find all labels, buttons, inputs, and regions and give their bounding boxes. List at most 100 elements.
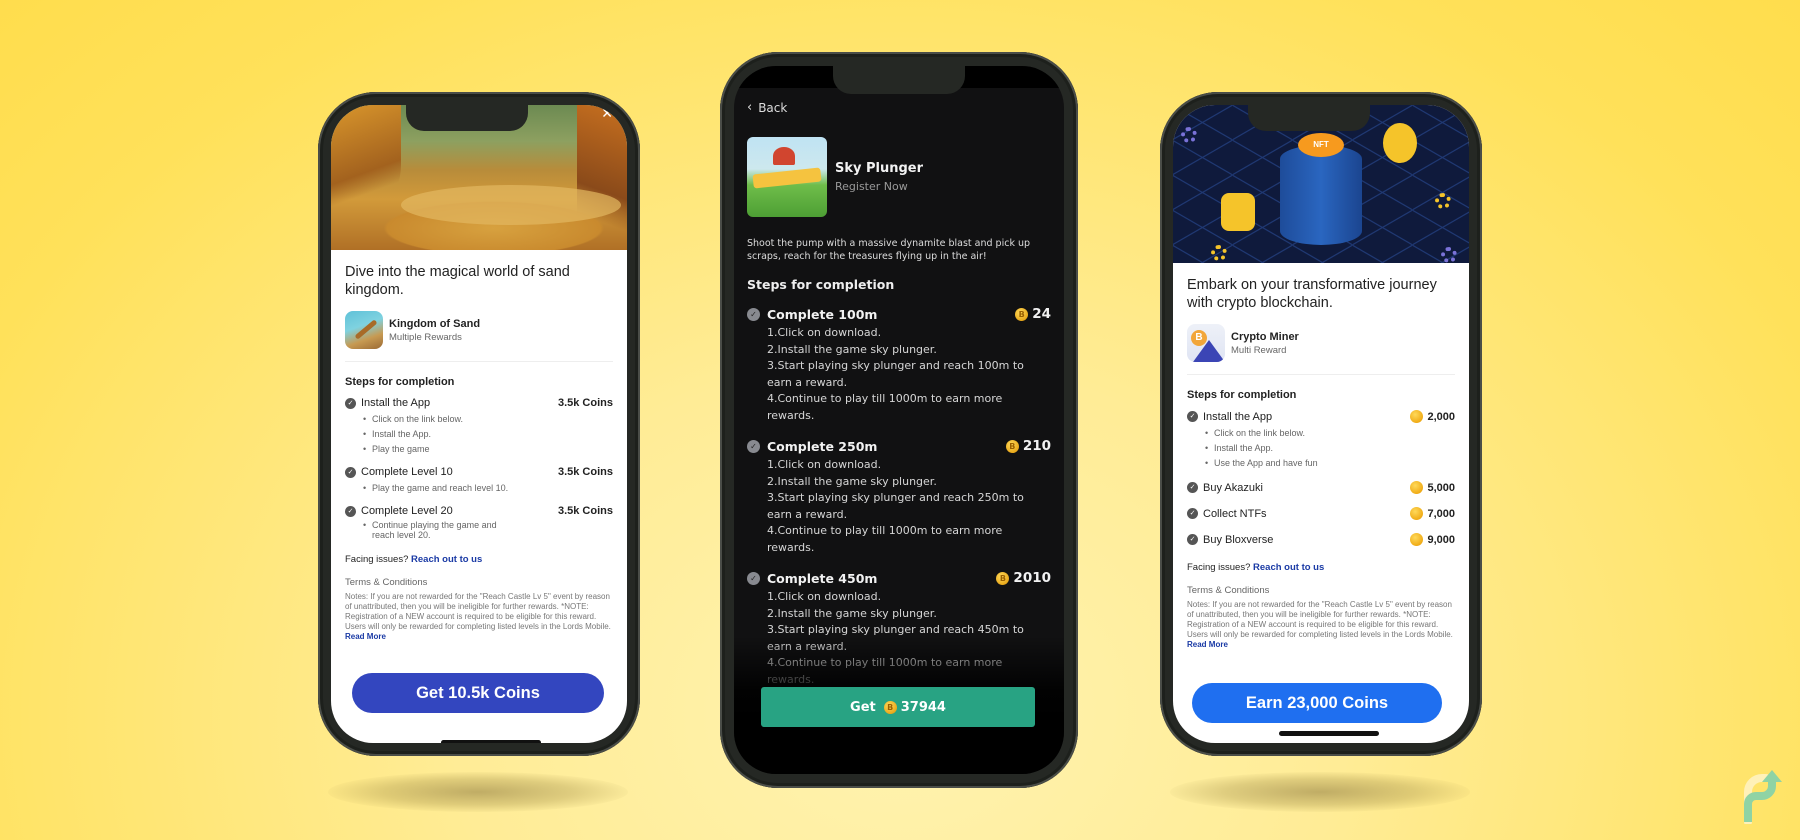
offer-details: Embark on your transformative journey wi… (1173, 263, 1469, 650)
reward-amount: 9,000 (1427, 533, 1455, 546)
phone-notch (406, 105, 528, 131)
app-icon-sky-plunger (747, 137, 827, 217)
instruction-item: Continue playing the game and reach leve… (363, 520, 513, 540)
terms-title: Terms & Conditions (345, 577, 428, 588)
reward-amount: 7,000 (1427, 507, 1455, 520)
facing-issues-text: Facing issues? (345, 554, 409, 565)
step-reward: 5,000 (1410, 481, 1455, 494)
home-indicator (441, 740, 541, 743)
offer-details: Dive into the magical world of sand king… (331, 250, 627, 642)
phone-screen: ‹ Back Sky Plunger Register Now Shoot th… (734, 66, 1064, 774)
phone-notch (833, 66, 965, 94)
instruction-line: 3.Start playing sky plunger and reach 25… (767, 491, 1024, 521)
steps-title: Steps for completion (345, 376, 455, 388)
reach-out-link[interactable]: Reach out to us (1253, 562, 1324, 573)
check-circle-icon: ✓ (747, 571, 760, 585)
app-icon-crypto-miner: B (1187, 324, 1225, 362)
gear-icon (1211, 245, 1227, 261)
step-label: Install the App (361, 397, 431, 409)
offer-headline: Embark on your transformative journey wi… (1187, 277, 1437, 311)
step-label: Buy Bloxverse (1203, 533, 1274, 546)
nft-coin-illustration: NFT (1298, 133, 1344, 157)
instruction-line: 2.Install the game sky plunger. (767, 474, 937, 488)
home-indicator (1279, 731, 1379, 736)
step-row: ✓ Complete 250m B 210 1.Click on download… (747, 438, 1051, 556)
coin-icon (1410, 481, 1424, 494)
support-prompt: Facing issues? Reach out to us (345, 554, 613, 565)
step-row: ✓ Install the App 2,000 (1187, 410, 1455, 423)
instruction-line: 1.Click on download. (767, 458, 882, 471)
reward-amount: 24 (1032, 306, 1051, 322)
app-subtitle: Multiple Rewards (389, 331, 462, 343)
instruction-item: Use the App and have fun (1205, 456, 1365, 471)
app-name: Crypto Miner (1231, 330, 1299, 343)
check-circle-icon: ✓ (345, 505, 356, 517)
step-instructions: 1.Click on download. 2.Install the game … (767, 325, 1051, 424)
reach-out-link[interactable]: Reach out to us (411, 554, 482, 565)
step-reward: B 2010 (996, 570, 1051, 586)
reward-amount: 210 (1022, 438, 1051, 454)
instruction-line: 2.Install the game sky plunger. (767, 606, 937, 620)
gear-icon (1435, 193, 1451, 209)
coin-icon: B (996, 571, 1010, 585)
terms-body: Notes: If you are not rewarded for the "… (345, 592, 613, 642)
support-prompt: Facing issues? Reach out to us (1187, 562, 1455, 573)
phone-mockup-kingdom-of-sand: ✕ Dive into the magical world of sand ki… (318, 92, 640, 812)
database-illustration (1280, 145, 1362, 245)
app-name: Sky Plunger (835, 161, 924, 176)
instruction-line: 2.Install the game sky plunger. (767, 342, 937, 356)
earn-coins-button[interactable]: Earn 23,000 Coins (1192, 683, 1442, 723)
phone-shadow (328, 772, 628, 812)
step-reward: 7,000 (1410, 507, 1455, 520)
step-label: Buy Akazuki (1203, 481, 1263, 494)
instruction-item: Click on the link below. (363, 412, 523, 427)
step-row: ✓ Complete Level 20 3.5k Coins (345, 505, 613, 517)
step-instructions: Continue playing the game and reach leve… (363, 520, 613, 540)
close-icon[interactable]: ✕ (601, 105, 613, 122)
app-description: Shoot the pump with a massive dynamite b… (747, 238, 1031, 262)
get-coins-button[interactable]: Get 10.5k Coins (352, 673, 604, 713)
coin-icon: B (1015, 307, 1029, 321)
step-label: Install the App (1203, 410, 1273, 423)
app-subtitle: Register Now (835, 180, 908, 193)
coin-icon (1410, 507, 1424, 520)
coin-icon: B (1005, 439, 1019, 453)
terms-body: Notes: If you are not rewarded for the "… (1187, 600, 1455, 650)
reward-amount: 2,000 (1427, 410, 1455, 423)
check-circle-icon: ✓ (1187, 534, 1198, 545)
read-more-link[interactable]: Read More (1187, 640, 1228, 649)
step-instructions: Play the game and reach level 10. (363, 481, 613, 496)
coin-icon (1410, 533, 1424, 546)
gear-icon (1181, 127, 1197, 143)
instruction-item: Play the game and reach level 10. (363, 481, 563, 496)
step-row: ✓ Buy Akazuki 5,000 (1187, 481, 1455, 494)
app-name: Kingdom of Sand (389, 317, 481, 330)
get-coins-button[interactable]: Get B 37944 (761, 687, 1035, 727)
step-reward: 3.5k Coins (557, 505, 613, 517)
instruction-line: 4.Continue to play till 1000m to earn mo… (767, 392, 1003, 422)
app-info: Kingdom of Sand Multiple Rewards (345, 311, 613, 362)
step-row: ✓ Complete Level 10 3.5k Coins (345, 466, 613, 478)
step-reward: 9,000 (1410, 533, 1455, 546)
step-reward: 3.5k Coins (557, 466, 613, 478)
check-circle-icon: ✓ (747, 439, 760, 453)
coin-icon (1410, 410, 1424, 423)
phone-screen: NFT Embark on your transformative journe… (1173, 105, 1469, 743)
step-title: Complete 100m (767, 306, 878, 322)
step-label: Complete Level 20 (361, 505, 453, 517)
back-button[interactable]: ‹ Back (747, 100, 1051, 115)
app-subtitle: Multi Reward (1231, 344, 1287, 356)
app-info: B Crypto Miner Multi Reward (1187, 324, 1455, 375)
app-info: Sky Plunger Register Now (747, 137, 1051, 217)
step-label: Complete Level 10 (361, 466, 453, 478)
step-row: ✓ Complete 100m B 24 1.Click on download.… (747, 306, 1051, 424)
instruction-item: Play the game (363, 442, 523, 457)
step-reward: 2,000 (1410, 410, 1455, 423)
terms-text: Notes: If you are not rewarded for the "… (1187, 600, 1453, 639)
phone-mockup-sky-plunger: ‹ Back Sky Plunger Register Now Shoot th… (720, 52, 1078, 788)
steps-title: Steps for completion (747, 277, 895, 292)
phone-notch (1248, 105, 1370, 131)
step-instructions: Click on the link below. Install the App… (1205, 426, 1455, 471)
step-label: Collect NTFs (1203, 507, 1267, 520)
read-more-link[interactable]: Read More (345, 632, 386, 641)
